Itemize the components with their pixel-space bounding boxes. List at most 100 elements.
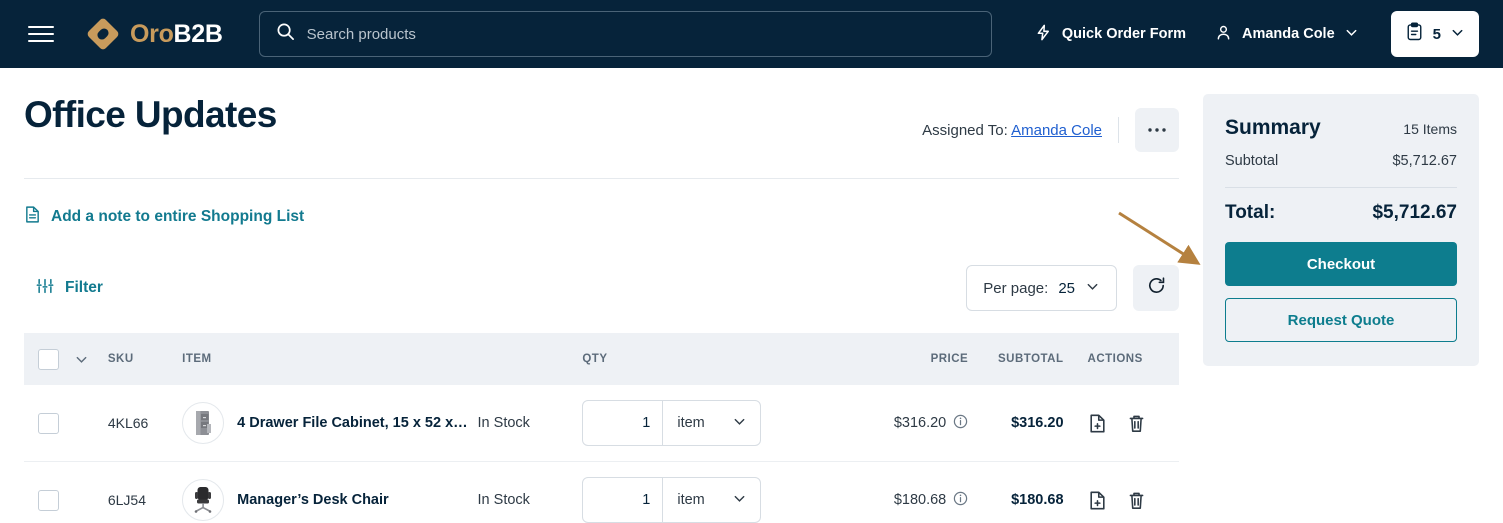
select-all-dropdown[interactable]: [74, 352, 108, 367]
summary-subtotal-row: Subtotal $5,712.67: [1225, 153, 1457, 169]
row-actions-cell: [1064, 413, 1179, 434]
row-price-cell: $180.68: [854, 491, 968, 509]
row-item-cell: Manager’s Desk Chair: [182, 479, 477, 521]
row-price-cell: $316.20: [854, 414, 968, 432]
assigned-to-group: Assigned To: Amanda Cole: [922, 108, 1179, 152]
title-row: Office Updates Assigned To: Amanda Cole: [24, 68, 1179, 152]
summary-subtotal-label: Subtotal: [1225, 153, 1278, 169]
info-icon[interactable]: [953, 491, 968, 509]
add-to-list-icon[interactable]: [1088, 490, 1107, 511]
account-name-label: Amanda Cole: [1242, 26, 1335, 42]
row-item-cell: 4 Drawer File Cabinet, 15 x 52 x…: [182, 402, 477, 444]
title-divider: [24, 178, 1179, 179]
row-select-cell: [24, 413, 74, 434]
row-stock-status: In Stock: [478, 492, 583, 508]
filter-button[interactable]: Filter: [36, 277, 103, 300]
logo[interactable]: OroB2B: [86, 17, 223, 51]
hamburger-icon[interactable]: [28, 19, 58, 49]
row-item-name[interactable]: Manager’s Desk Chair: [237, 492, 389, 508]
summary-subtotal-value: $5,712.67: [1392, 153, 1457, 169]
chevron-down-icon: [732, 491, 747, 510]
refresh-icon: [1146, 275, 1167, 301]
clipboard-icon: [1405, 22, 1424, 46]
main-content: Office Updates Assigned To: Amanda Cole: [0, 68, 1203, 523]
row-price: $180.68: [894, 492, 946, 508]
filter-label: Filter: [65, 279, 103, 297]
divider: [1118, 117, 1119, 143]
table-header-row: SKU ITEM QTY PRICE SUBTOTAL ACTIONS: [24, 333, 1179, 385]
row-qty-cell: item: [582, 400, 854, 446]
assigned-to-user-link[interactable]: Amanda Cole: [1011, 122, 1102, 139]
summary-total-value: $5,712.67: [1372, 202, 1457, 224]
trash-icon[interactable]: [1127, 490, 1146, 511]
column-header-price[interactable]: PRICE: [854, 353, 968, 365]
assigned-to-text: Assigned To: Amanda Cole: [922, 122, 1102, 139]
add-note-link[interactable]: Add a note to entire Shopping List: [24, 205, 1179, 229]
summary-total-label: Total:: [1225, 202, 1275, 224]
qty-input[interactable]: [583, 478, 662, 522]
quick-order-form-button[interactable]: Quick Order Form: [1020, 23, 1200, 46]
account-menu[interactable]: Amanda Cole: [1200, 23, 1373, 46]
oro-diamond-icon: [86, 17, 120, 51]
page-body: Office Updates Assigned To: Amanda Cole: [0, 68, 1503, 523]
user-icon: [1214, 23, 1233, 46]
lightning-icon: [1034, 23, 1053, 46]
qty-control-group: item: [582, 400, 761, 446]
summary-items-count: 15 Items: [1403, 121, 1457, 137]
summary-panel: Summary 15 Items Subtotal $5,712.67 Tota…: [1203, 94, 1479, 366]
shopping-lists-button[interactable]: 5: [1391, 11, 1479, 57]
list-controls: Filter Per page: 25: [24, 265, 1179, 311]
add-note-label: Add a note to entire Shopping List: [51, 208, 304, 226]
summary-divider: [1225, 187, 1457, 188]
header-right-group: Quick Order Form Amanda Cole: [1020, 11, 1479, 57]
assigned-to-label: Assigned To:: [922, 122, 1008, 139]
chevron-down-icon: [1450, 25, 1465, 44]
unit-label: item: [677, 415, 704, 431]
column-header-qty[interactable]: QTY: [582, 353, 854, 365]
per-page-select[interactable]: Per page: 25: [966, 265, 1117, 311]
request-quote-button[interactable]: Request Quote: [1225, 298, 1457, 342]
right-controls: Per page: 25: [966, 265, 1179, 311]
cart-count: 5: [1433, 26, 1441, 43]
qty-control-group: item: [582, 477, 761, 523]
checkout-button[interactable]: Checkout: [1225, 242, 1457, 286]
info-icon[interactable]: [953, 414, 968, 432]
chevron-down-icon: [732, 414, 747, 433]
row-select-cell: [24, 490, 74, 511]
office-chair-thumbnail-icon: [182, 479, 224, 521]
search-bar[interactable]: [259, 11, 992, 57]
chevron-down-icon: [1344, 25, 1359, 44]
more-actions-button[interactable]: [1135, 108, 1179, 152]
chevron-down-icon: [1085, 279, 1100, 298]
row-sku: 4KL66: [108, 415, 182, 431]
per-page-value: 25: [1058, 280, 1075, 297]
column-header-sku[interactable]: SKU: [108, 353, 182, 365]
unit-select[interactable]: item: [662, 478, 760, 522]
summary-title: Summary: [1225, 116, 1321, 140]
unit-select[interactable]: item: [662, 401, 760, 445]
search-input[interactable]: [307, 26, 975, 43]
row-item-name[interactable]: 4 Drawer File Cabinet, 15 x 52 x…: [237, 415, 468, 431]
select-all-checkbox[interactable]: [38, 349, 59, 370]
row-checkbox[interactable]: [38, 413, 59, 434]
add-to-list-icon[interactable]: [1088, 413, 1107, 434]
row-checkbox[interactable]: [38, 490, 59, 511]
trash-icon[interactable]: [1127, 413, 1146, 434]
column-header-item[interactable]: ITEM: [182, 353, 477, 365]
file-cabinet-thumbnail-icon: [182, 402, 224, 444]
row-actions-cell: [1064, 490, 1179, 511]
qty-input[interactable]: [583, 401, 662, 445]
row-qty-cell: item: [582, 477, 854, 523]
shopping-list-table: SKU ITEM QTY PRICE SUBTOTAL ACTIONS 4KL6…: [24, 333, 1179, 523]
row-subtotal: $180.68: [968, 492, 1063, 508]
refresh-button[interactable]: [1133, 265, 1179, 311]
site-header: OroB2B Quick Order Form Amanda Co: [0, 0, 1503, 68]
column-header-subtotal[interactable]: SUBTOTAL: [968, 353, 1063, 365]
row-price: $316.20: [894, 415, 946, 431]
summary-total-row: Total: $5,712.67: [1225, 202, 1457, 224]
logo-text-oro: Oro: [130, 20, 174, 48]
page-title: Office Updates: [24, 94, 277, 137]
summary-header: Summary 15 Items: [1225, 116, 1457, 140]
sliders-icon: [36, 277, 54, 300]
unit-label: item: [677, 492, 704, 508]
